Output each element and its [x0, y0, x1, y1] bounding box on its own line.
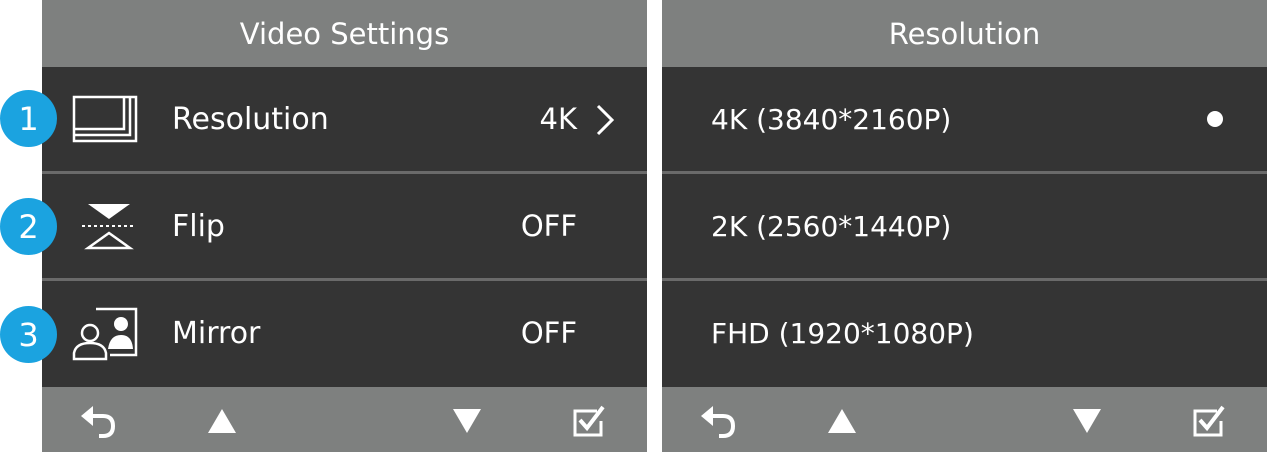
option-label: FHD (1920*1080P) [711, 316, 974, 350]
callout-badge-2: 2 [0, 198, 57, 255]
resolution-title: Resolution [662, 0, 1267, 67]
resolution-option-fhd[interactable]: FHD (1920*1080P) [662, 281, 1267, 385]
menu-item-resolution[interactable]: Resolution 4K [42, 67, 647, 171]
menu-item-value: OFF [520, 209, 577, 243]
arrow-down-icon[interactable] [447, 403, 487, 439]
selected-indicator-icon [1207, 111, 1223, 127]
confirm-checkbox-icon[interactable] [569, 403, 609, 439]
resolution-icon [72, 95, 138, 143]
button-hint-bar [42, 387, 647, 452]
arrow-up-icon[interactable] [202, 403, 242, 439]
back-icon[interactable] [79, 403, 119, 439]
arrow-down-icon[interactable] [1067, 403, 1107, 439]
resolution-option-4k[interactable]: 4K (3840*2160P) [662, 67, 1267, 171]
callout-badge-1: 1 [0, 90, 57, 147]
menu-item-label: Flip [172, 208, 225, 244]
arrow-up-icon[interactable] [822, 403, 862, 439]
resolution-option-2k[interactable]: 2K (2560*1440P) [662, 174, 1267, 278]
video-settings-screen: Video Settings Resolution 4K Flip OFF Mi… [42, 0, 647, 452]
button-hint-bar [662, 387, 1267, 452]
flip-icon [82, 204, 136, 250]
resolution-screen: Resolution 4K (3840*2160P) 2K (2560*1440… [662, 0, 1267, 452]
option-label: 2K (2560*1440P) [711, 209, 952, 243]
menu-item-label: Resolution [172, 101, 329, 137]
menu-item-flip[interactable]: Flip OFF [42, 174, 647, 278]
chevron-right-icon [596, 104, 615, 136]
mirror-icon [72, 307, 138, 361]
video-settings-title: Video Settings [42, 0, 647, 67]
menu-item-value: OFF [520, 316, 577, 350]
option-label: 4K (3840*2160P) [711, 102, 952, 136]
menu-item-label: Mirror [172, 315, 261, 351]
callout-badge-3: 3 [0, 306, 57, 363]
confirm-checkbox-icon[interactable] [1189, 403, 1229, 439]
menu-item-value: 4K [539, 102, 577, 136]
menu-item-mirror[interactable]: Mirror OFF [42, 281, 647, 385]
back-icon[interactable] [699, 403, 739, 439]
